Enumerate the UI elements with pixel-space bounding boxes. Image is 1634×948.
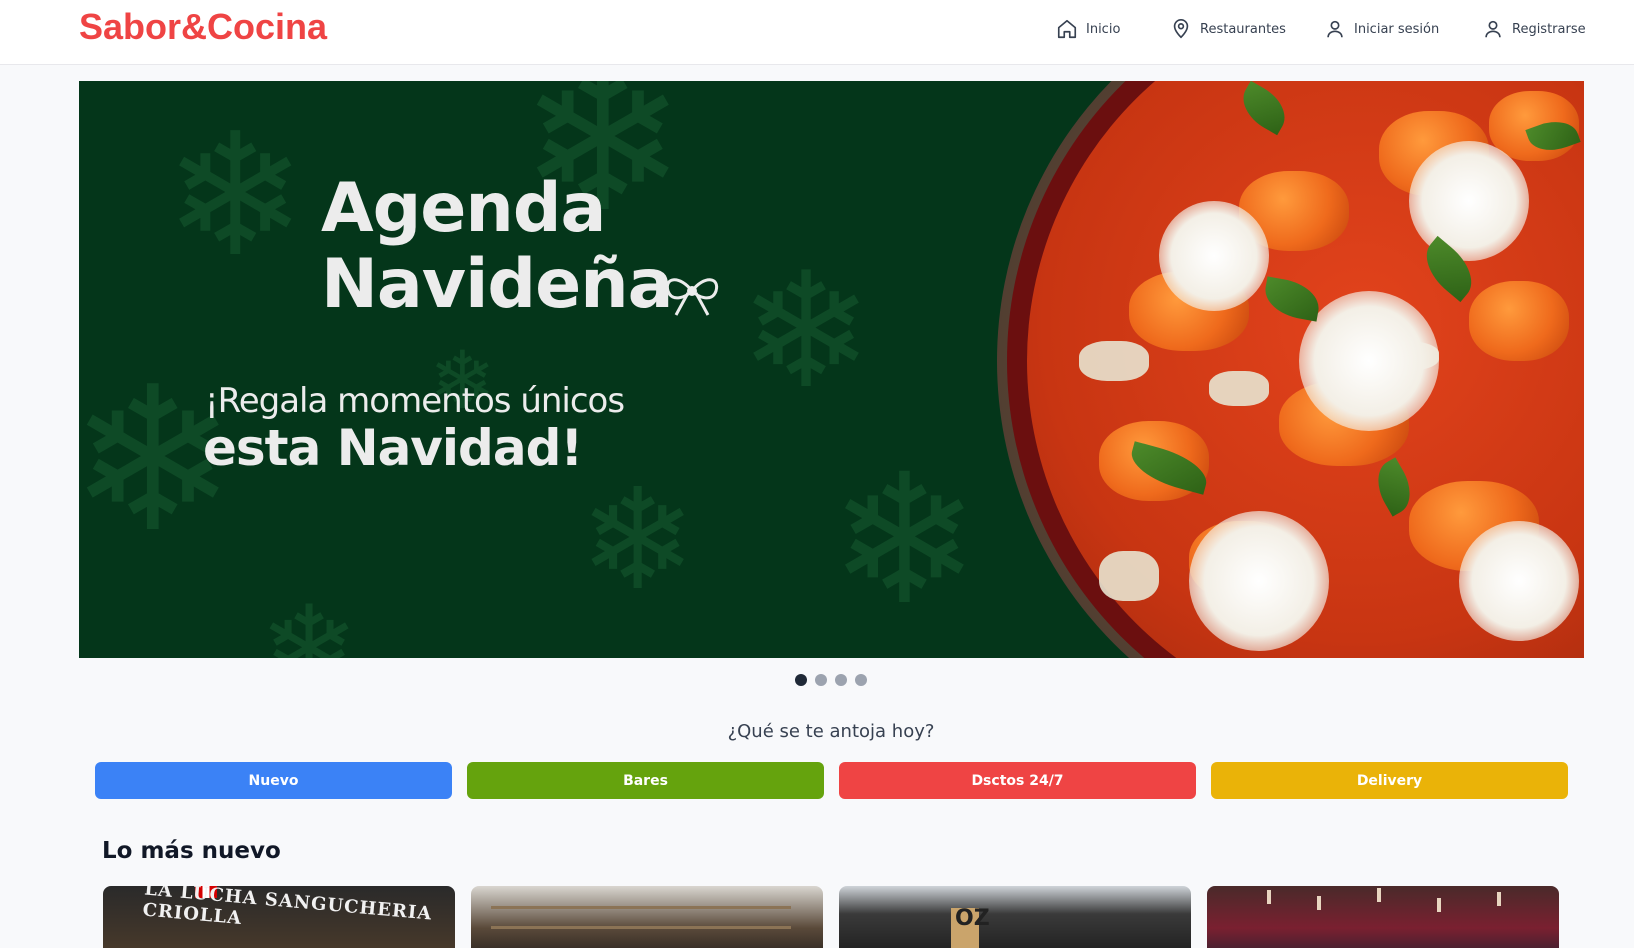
hero-title-line1: Agenda bbox=[321, 169, 606, 248]
cream-sauce bbox=[1099, 551, 1159, 601]
snowflake-icon: ❄ bbox=[259, 581, 360, 659]
grated-cheese bbox=[1159, 201, 1269, 311]
grated-cheese bbox=[1459, 521, 1579, 641]
nav-inicio-label: Inicio bbox=[1086, 21, 1121, 37]
hanging-decoration bbox=[1497, 892, 1501, 906]
nav-restaurantes-label: Restaurantes bbox=[1200, 21, 1286, 37]
user-icon bbox=[1485, 20, 1501, 38]
cream-sauce bbox=[1209, 371, 1269, 406]
nav-registrarse[interactable]: Registrarse bbox=[1482, 18, 1586, 40]
home-icon bbox=[1057, 19, 1077, 39]
restaurant-card[interactable] bbox=[1207, 886, 1559, 948]
hero-subtitle-line1: ¡Regala momentos únicos bbox=[205, 381, 625, 421]
category-nuevo-button[interactable]: Nuevo bbox=[95, 762, 452, 799]
snowflake-icon: ❄ bbox=[164, 97, 307, 295]
carousel-dots bbox=[795, 674, 867, 686]
snowflake-icon: ❄ bbox=[739, 237, 874, 424]
grated-cheese bbox=[1189, 511, 1329, 651]
category-dsctos-button[interactable]: Dsctos 24/7 bbox=[839, 762, 1196, 799]
category-delivery-button[interactable]: Delivery bbox=[1211, 762, 1568, 799]
restaurant-sign: OZ bbox=[955, 906, 990, 931]
top-navbar: Sabor&Cocina Inicio Restaurantes Iniciar… bbox=[0, 0, 1634, 65]
hanging-decoration bbox=[1377, 888, 1381, 902]
brand-logo[interactable]: Sabor&Cocina bbox=[79, 6, 327, 48]
nav-inicio[interactable]: Inicio bbox=[1056, 18, 1120, 40]
nav-iniciar-sesion[interactable]: Iniciar sesión bbox=[1324, 18, 1439, 40]
carousel-dot-1[interactable] bbox=[795, 674, 807, 686]
gnocchi bbox=[1469, 281, 1569, 361]
grated-cheese bbox=[1299, 291, 1439, 431]
category-bares-button[interactable]: Bares bbox=[467, 762, 824, 799]
craving-prompt: ¿Qué se te antoja hoy? bbox=[727, 721, 935, 742]
section-title: Lo más nuevo bbox=[102, 838, 281, 864]
grated-cheese bbox=[1409, 141, 1529, 261]
nav-iniciar-sesion-label: Iniciar sesión bbox=[1354, 21, 1440, 37]
nav-registrarse-label: Registrarse bbox=[1512, 21, 1586, 37]
user-icon bbox=[1327, 20, 1343, 38]
cream-sauce bbox=[1079, 341, 1149, 381]
carousel-dot-4[interactable] bbox=[855, 674, 867, 686]
gift-bow-icon bbox=[665, 278, 719, 316]
balcony-rail bbox=[491, 926, 791, 929]
map-pin-icon bbox=[1173, 19, 1189, 39]
balcony-rail bbox=[491, 906, 791, 909]
restaurant-card[interactable] bbox=[471, 886, 823, 948]
nav-restaurantes[interactable]: Restaurantes bbox=[1170, 18, 1286, 40]
restaurant-card[interactable]: OZ bbox=[839, 886, 1191, 948]
carousel-dot-2[interactable] bbox=[815, 674, 827, 686]
hanging-decoration bbox=[1437, 898, 1441, 912]
hero-title: Agenda Navideña bbox=[321, 169, 674, 324]
hanging-decoration bbox=[1317, 896, 1321, 910]
carousel-dot-3[interactable] bbox=[835, 674, 847, 686]
hero-title-line2: Navideña bbox=[321, 245, 674, 324]
hero-banner[interactable]: ❄ ❄ ❄ ❄ ❄ ❄ ❄ ❄ Agenda Navideña ¡Regala … bbox=[79, 81, 1584, 658]
restaurant-sign: LA LUCHA SANGUCHERIA CRIOLLA bbox=[141, 886, 434, 930]
snowflake-icon: ❄ bbox=[829, 436, 980, 645]
hanging-decoration bbox=[1267, 890, 1271, 904]
snowflake-icon: ❄ bbox=[579, 459, 697, 622]
hero-subtitle-line2: esta Navidad! bbox=[203, 419, 583, 477]
restaurant-card[interactable]: LA LUCHA SANGUCHERIA CRIOLLA bbox=[103, 886, 455, 948]
